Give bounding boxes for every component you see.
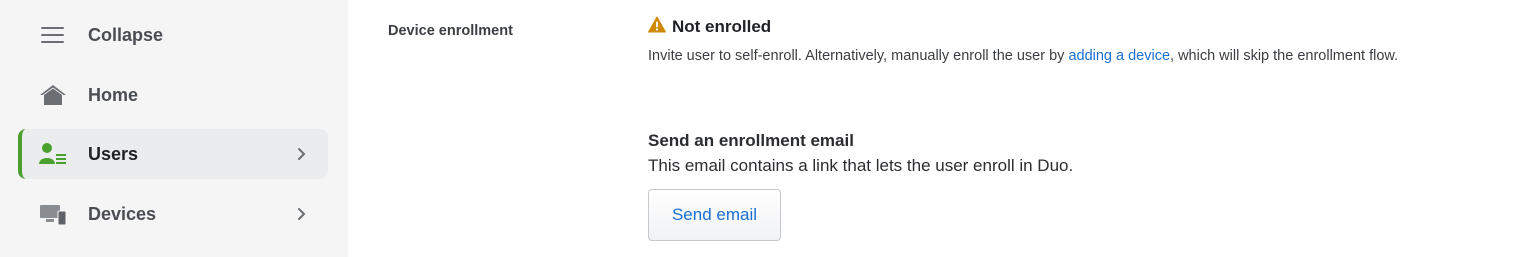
status-text: Not enrolled xyxy=(672,17,772,36)
enrollment-description: Invite user to self-enroll. Alternativel… xyxy=(648,48,1398,64)
send-email-button[interactable]: Send email xyxy=(648,189,781,241)
sidebar-item-label: Home xyxy=(88,84,139,105)
sidebar-item-label: Devices xyxy=(88,203,157,224)
home-icon xyxy=(39,81,67,109)
sidebar: Collapse Home Users Devices xyxy=(0,0,348,257)
description-text: Invite user to self-enroll. Alternativel… xyxy=(648,48,1069,64)
sidebar-item-home[interactable]: Home xyxy=(18,70,328,120)
sidebar-item-label: Collapse xyxy=(88,24,164,45)
sidebar-item-devices[interactable]: Devices xyxy=(18,189,328,239)
device-enrollment-label: Device enrollment xyxy=(388,23,513,39)
warning-icon xyxy=(648,16,666,38)
hamburger-icon xyxy=(39,21,67,49)
sidebar-item-users[interactable]: Users xyxy=(18,129,328,179)
enrollment-status: Not enrolled xyxy=(648,16,771,38)
enrollment-email-description: This email contains a link that lets the… xyxy=(648,156,1074,175)
users-icon xyxy=(39,140,67,168)
chevron-right-icon xyxy=(296,207,308,221)
devices-icon xyxy=(39,200,67,228)
description-text-end: , which will skip the enrollment flow. xyxy=(1170,48,1399,64)
enrollment-email-title: Send an enrollment email xyxy=(648,131,854,150)
sidebar-item-collapse[interactable]: Collapse xyxy=(18,10,328,60)
chevron-right-icon xyxy=(296,147,308,161)
sidebar-item-label: Users xyxy=(88,143,139,164)
adding-a-device-link[interactable]: adding a device xyxy=(1068,48,1170,64)
